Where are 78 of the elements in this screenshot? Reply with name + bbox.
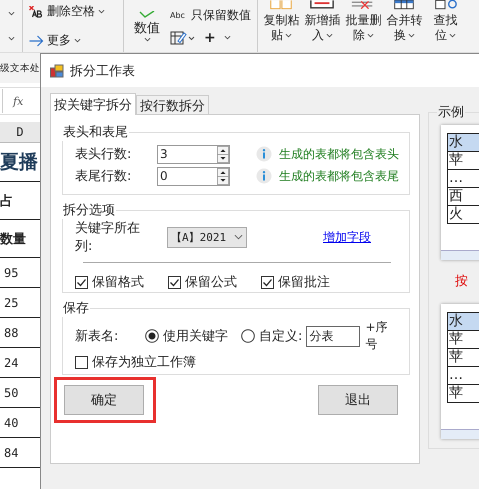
edit-table-icon[interactable] bbox=[170, 30, 196, 44]
function-icon[interactable]: fx bbox=[13, 94, 24, 108]
group-title: 表头和表尾 bbox=[62, 123, 129, 141]
window-title: 拆分工作表 bbox=[70, 62, 135, 80]
ribbon-button[interactable]: 查找 位 bbox=[426, 0, 465, 43]
ribbon-button[interactable]: Abc 只保留数值 bbox=[170, 6, 251, 24]
checkbox-icon bbox=[168, 276, 181, 288]
column-dropdown[interactable]: 【A】2021 bbox=[167, 226, 247, 248]
spin-buttons-icon[interactable] bbox=[217, 146, 229, 162]
checkbox-icon bbox=[75, 356, 88, 368]
add-button[interactable]: + bbox=[204, 30, 216, 46]
checkbox[interactable]: 保留批注 bbox=[261, 273, 330, 291]
caret-icon bbox=[408, 33, 415, 38]
hint-text: 生成的表都将包含表尾 bbox=[279, 168, 399, 184]
caret-icon bbox=[98, 9, 105, 14]
table-cell: 苹 bbox=[447, 151, 479, 169]
table-cell: 苹 bbox=[447, 348, 479, 366]
table-cell: 水 bbox=[447, 312, 479, 330]
tab[interactable]: 按行数拆分 bbox=[136, 95, 209, 114]
field-label: 表尾行数: bbox=[75, 168, 132, 185]
caret-icon bbox=[224, 35, 231, 40]
checkbox[interactable]: 保留格式 bbox=[75, 273, 144, 291]
field-label: 新表名: bbox=[75, 328, 120, 345]
caret-icon bbox=[8, 11, 14, 16]
hint-text: 生成的表都将包含表头 bbox=[279, 146, 399, 162]
caret-icon bbox=[326, 33, 333, 38]
column-header[interactable]: D bbox=[0, 122, 40, 143]
radio-icon bbox=[145, 329, 159, 343]
ribbon-button[interactable]: 批量删 除 bbox=[344, 0, 383, 43]
table-cell: 苹 bbox=[447, 330, 479, 348]
ribbon-button[interactable]: 合并转 换 bbox=[384, 0, 424, 43]
ribbon-button[interactable]: 删除空格 bbox=[29, 3, 105, 20]
checkbox[interactable]: 保存为独立工作簿 bbox=[75, 353, 399, 371]
number-field[interactable]: 0 bbox=[157, 166, 230, 186]
caret-icon bbox=[234, 234, 243, 240]
caret-icon bbox=[74, 38, 81, 43]
suffix-label: +序号 bbox=[366, 319, 389, 353]
value-button[interactable]: 数值 bbox=[130, 10, 164, 42]
spin-buttons-icon[interactable] bbox=[217, 168, 229, 184]
checkbox-icon bbox=[75, 276, 88, 288]
example-note: 按 bbox=[455, 273, 468, 290]
table-cell: … bbox=[447, 366, 479, 384]
number-field[interactable]: 3 bbox=[157, 144, 230, 164]
group-title: 拆分选项 bbox=[62, 201, 116, 219]
dialog-button[interactable]: 退出 bbox=[318, 385, 398, 415]
table-cell: 苹 bbox=[447, 384, 479, 403]
caret-icon bbox=[448, 33, 456, 38]
radio-button[interactable]: 使用关键字 bbox=[145, 327, 228, 345]
caret-icon bbox=[8, 36, 14, 41]
checkbox-icon bbox=[261, 276, 274, 288]
info-icon bbox=[256, 146, 272, 162]
group-title: 保存 bbox=[62, 299, 90, 317]
group-title: 示例 bbox=[437, 103, 465, 121]
name-field[interactable]: 分表 bbox=[306, 326, 360, 346]
radio-icon bbox=[241, 329, 255, 343]
tab[interactable]: 按关键字拆分 bbox=[50, 93, 136, 115]
ribbon-button[interactable]: 更多 bbox=[29, 32, 81, 49]
field-label: 表头行数: bbox=[75, 146, 132, 163]
table-cell: … bbox=[447, 169, 479, 187]
check-icon bbox=[137, 10, 157, 18]
field-label: 关键字所在列: bbox=[75, 220, 141, 255]
table-cell: 西 bbox=[447, 187, 479, 205]
table-cell: 火 bbox=[447, 205, 479, 224]
add-field-link[interactable]: 增加字段 bbox=[323, 228, 371, 246]
ribbon-button[interactable]: 新增插 入 bbox=[302, 0, 342, 43]
radio-button[interactable]: 自定义: bbox=[241, 327, 302, 345]
info-icon bbox=[256, 168, 272, 184]
ribbon-button[interactable]: 复制粘 贴 bbox=[262, 0, 301, 43]
app-icon bbox=[50, 64, 64, 78]
arrow-icon bbox=[29, 34, 44, 46]
dialog-button[interactable]: 确定 bbox=[64, 385, 144, 415]
group-label: 级文本处 bbox=[0, 62, 40, 74]
caret-icon bbox=[144, 36, 150, 42]
caret-icon bbox=[366, 33, 374, 38]
table-cell: 水 bbox=[447, 133, 479, 151]
delete-spaces-icon bbox=[29, 6, 44, 18]
caret-icon bbox=[284, 33, 292, 38]
checkbox[interactable]: 保留公式 bbox=[168, 273, 237, 291]
